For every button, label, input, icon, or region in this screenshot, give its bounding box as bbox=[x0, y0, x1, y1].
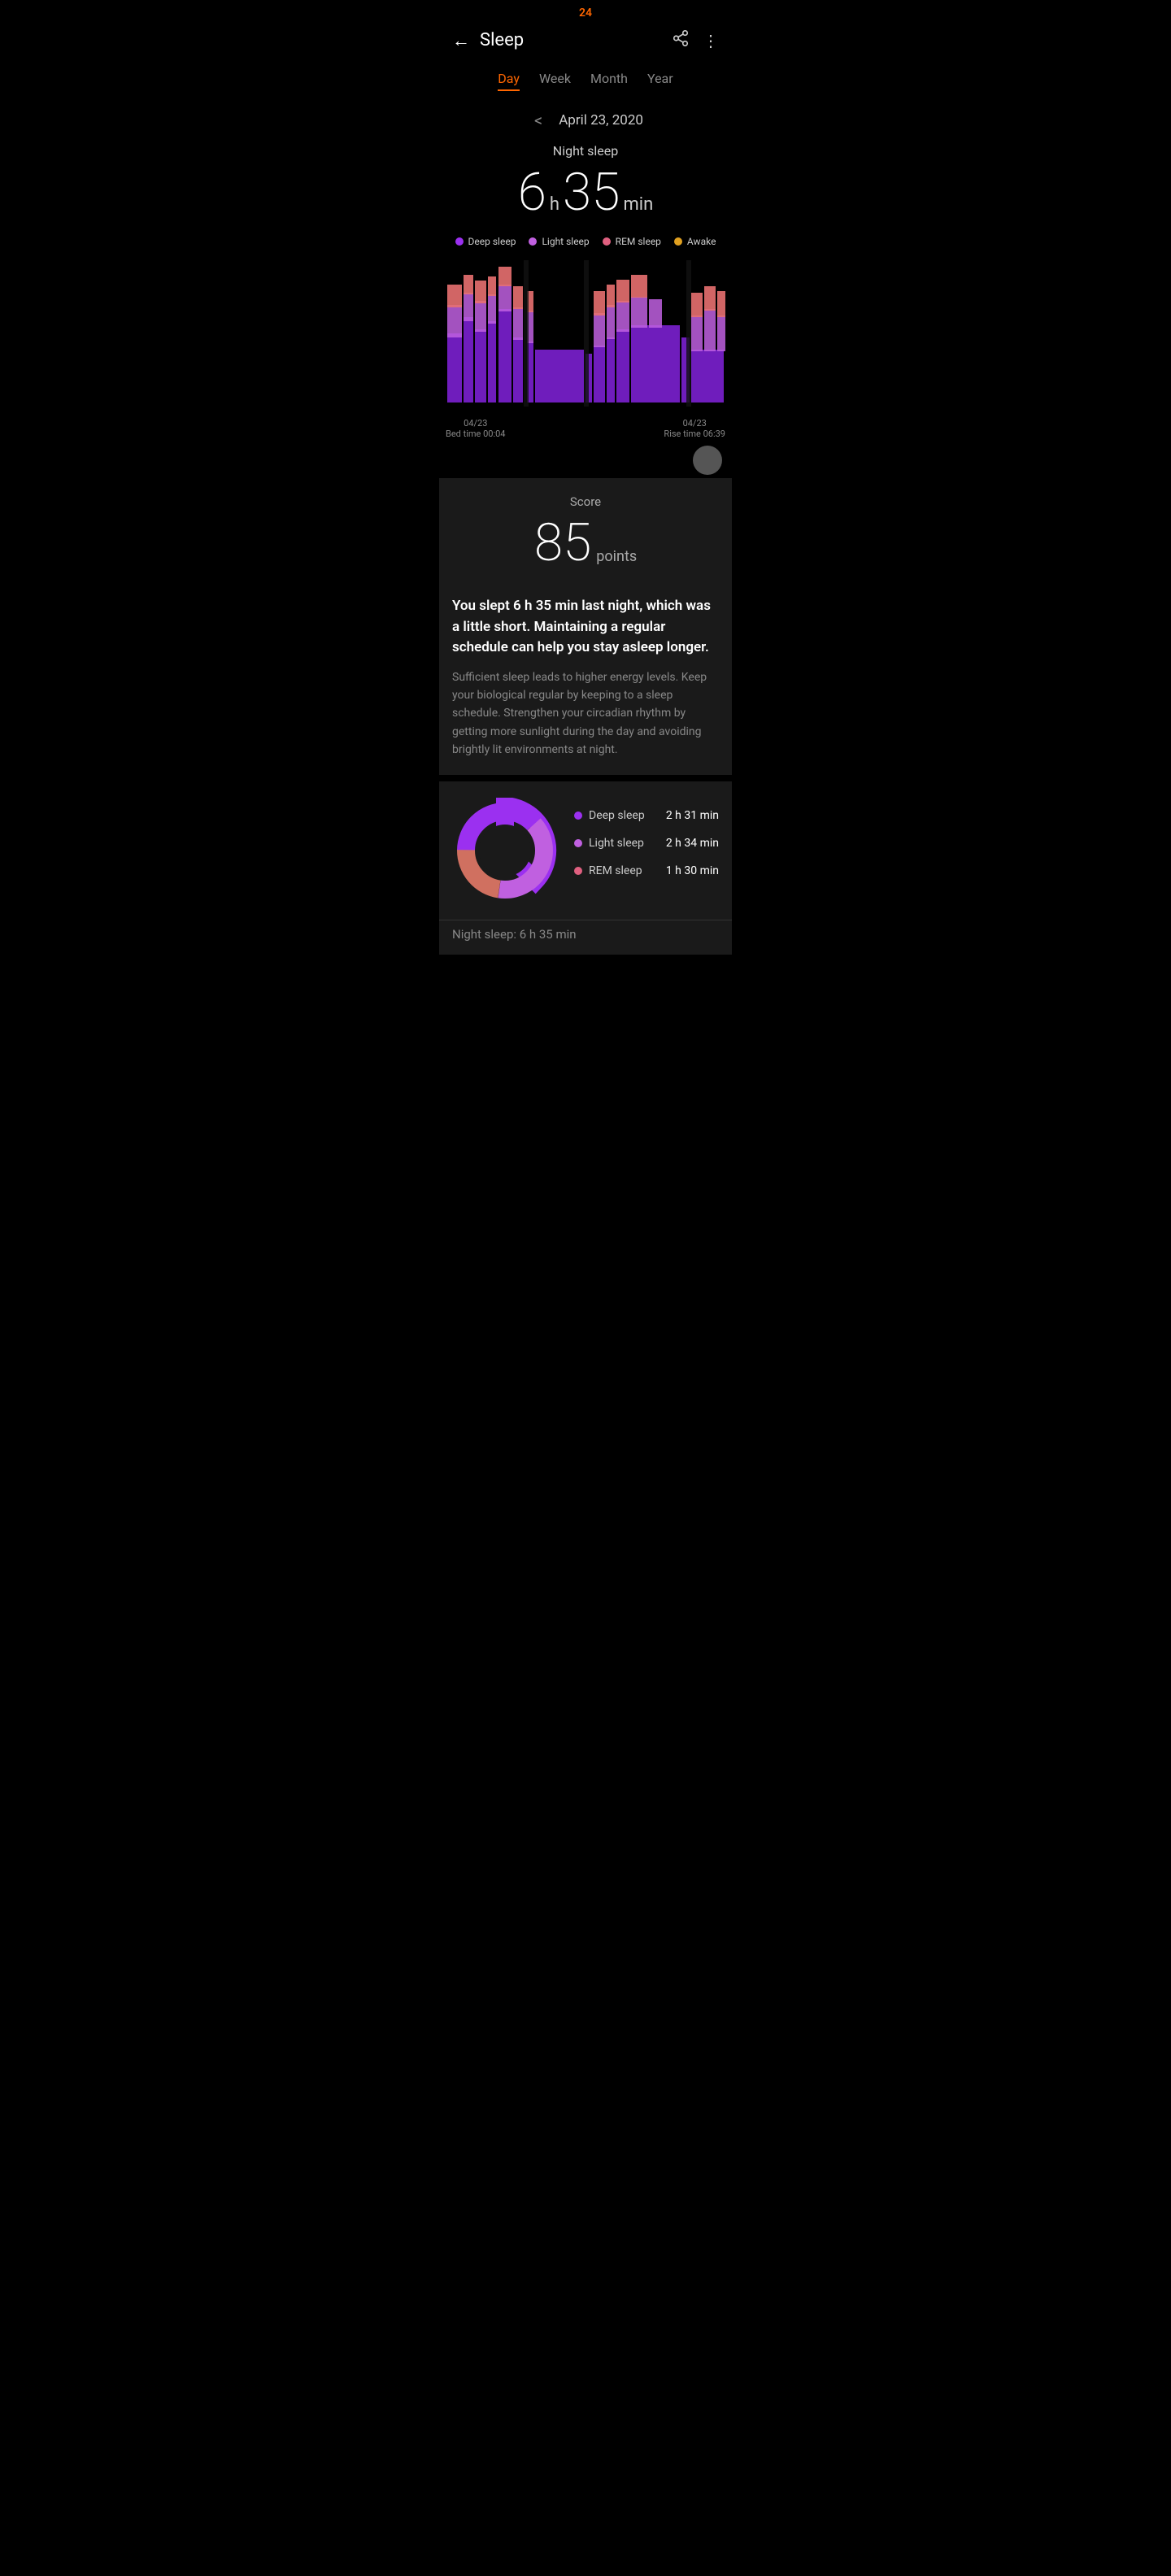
pie-legend-deep: Deep sleep 2 h 31 min bbox=[574, 809, 719, 822]
more-icon[interactable]: ⋮ bbox=[703, 31, 719, 50]
pie-legend: Deep sleep 2 h 31 min Light sleep 2 h 34… bbox=[574, 809, 719, 892]
pie-light-dot bbox=[574, 839, 582, 847]
rem-sleep-dot bbox=[603, 237, 611, 246]
description-section: You slept 6 h 35 min last night, which w… bbox=[439, 586, 732, 775]
sleep-hours: 6 bbox=[518, 162, 546, 223]
light-sleep-dot bbox=[529, 237, 537, 246]
scroll-dot[interactable] bbox=[693, 446, 722, 475]
score-number: 85 bbox=[534, 512, 591, 573]
sleep-minutes-unit: min bbox=[623, 194, 653, 215]
pie-rem-dot bbox=[574, 867, 582, 875]
legend-awake: Awake bbox=[674, 236, 716, 247]
status-bar: 24 bbox=[439, 0, 732, 23]
score-unit: points bbox=[596, 548, 637, 565]
legend-deep-sleep: Deep sleep bbox=[455, 236, 516, 247]
sleep-chart-svg bbox=[446, 260, 725, 407]
tab-day[interactable]: Day bbox=[498, 67, 520, 91]
sleep-legend: Deep sleep Light sleep REM sleep Awake bbox=[452, 233, 719, 254]
description-main: You slept 6 h 35 min last night, which w… bbox=[452, 596, 719, 659]
pie-light-value: 2 h 34 min bbox=[666, 837, 719, 850]
share-icon[interactable] bbox=[672, 29, 690, 51]
pie-rem-value: 1 h 30 min bbox=[666, 864, 719, 877]
chart-timestamps: 04/23 Bed time 00:04 04/23 Rise time 06:… bbox=[439, 416, 732, 446]
page-title: Sleep bbox=[480, 30, 524, 50]
awake-label: Awake bbox=[687, 236, 716, 247]
score-value-row: 85 points bbox=[452, 512, 719, 573]
pie-light-label: Light sleep bbox=[589, 837, 644, 850]
bottom-section: Night sleep: 6 h 35 min bbox=[439, 920, 732, 955]
current-date: April 23, 2020 bbox=[559, 112, 643, 128]
rise-time-timestamp: 04/23 Rise time 06:39 bbox=[664, 418, 725, 439]
pie-legend-rem-left: REM sleep bbox=[574, 864, 642, 877]
pie-chart bbox=[452, 798, 558, 903]
pie-legend-light: Light sleep 2 h 34 min bbox=[574, 837, 719, 850]
sleep-hours-unit: h bbox=[550, 194, 559, 215]
status-time: 24 bbox=[579, 7, 592, 20]
pie-chart-section: Deep sleep 2 h 31 min Light sleep 2 h 34… bbox=[439, 781, 732, 920]
bed-time-timestamp: 04/23 Bed time 00:04 bbox=[446, 418, 506, 439]
bottom-teaser-text: Night sleep: 6 h 35 min bbox=[452, 927, 719, 942]
header-right: ⋮ bbox=[672, 29, 719, 51]
pie-legend-deep-left: Deep sleep bbox=[574, 809, 645, 822]
tab-month[interactable]: Month bbox=[590, 67, 628, 91]
scroll-indicator bbox=[439, 446, 732, 478]
deep-sleep-dot bbox=[455, 237, 464, 246]
pie-deep-label: Deep sleep bbox=[589, 809, 645, 822]
night-sleep-label: Night sleep bbox=[452, 143, 719, 159]
sleep-summary-section: Night sleep 6 h 35 min Deep sleep Light … bbox=[439, 137, 732, 254]
bed-time-date: 04/23 bbox=[446, 418, 506, 429]
rise-time-label: Rise time 06:39 bbox=[664, 429, 725, 439]
legend-light-sleep: Light sleep bbox=[529, 236, 589, 247]
sleep-chart bbox=[439, 254, 732, 416]
back-button[interactable]: ← bbox=[452, 30, 470, 51]
header-left: ← Sleep bbox=[452, 30, 524, 51]
legend-rem-sleep: REM sleep bbox=[603, 236, 661, 247]
pie-rem-label: REM sleep bbox=[589, 864, 642, 877]
awake-dot bbox=[674, 237, 682, 246]
pie-legend-rem: REM sleep 1 h 30 min bbox=[574, 864, 719, 877]
rise-time-date: 04/23 bbox=[664, 418, 725, 429]
header: ← Sleep ⋮ bbox=[439, 23, 732, 61]
deep-sleep-label: Deep sleep bbox=[468, 236, 516, 247]
section-divider bbox=[439, 775, 732, 781]
light-sleep-label: Light sleep bbox=[542, 236, 589, 247]
pie-deep-dot bbox=[574, 812, 582, 820]
score-label: Score bbox=[452, 494, 719, 509]
donut-chart-svg bbox=[452, 798, 558, 903]
tab-week[interactable]: Week bbox=[539, 67, 571, 91]
date-navigation: < April 23, 2020 bbox=[439, 94, 732, 137]
sleep-duration: 6 h 35 min bbox=[452, 162, 719, 223]
description-sub: Sufficient sleep leads to higher energy … bbox=[452, 668, 719, 759]
sleep-minutes: 35 bbox=[563, 162, 620, 223]
score-section: Score 85 points bbox=[439, 478, 732, 586]
tabs-container: Day Week Month Year bbox=[439, 61, 732, 94]
tab-year[interactable]: Year bbox=[647, 67, 673, 91]
prev-date-button[interactable]: < bbox=[528, 107, 549, 133]
pie-legend-light-left: Light sleep bbox=[574, 837, 644, 850]
rem-sleep-label: REM sleep bbox=[616, 236, 661, 247]
bed-time-label: Bed time 00:04 bbox=[446, 429, 506, 439]
pie-deep-value: 2 h 31 min bbox=[666, 809, 719, 822]
